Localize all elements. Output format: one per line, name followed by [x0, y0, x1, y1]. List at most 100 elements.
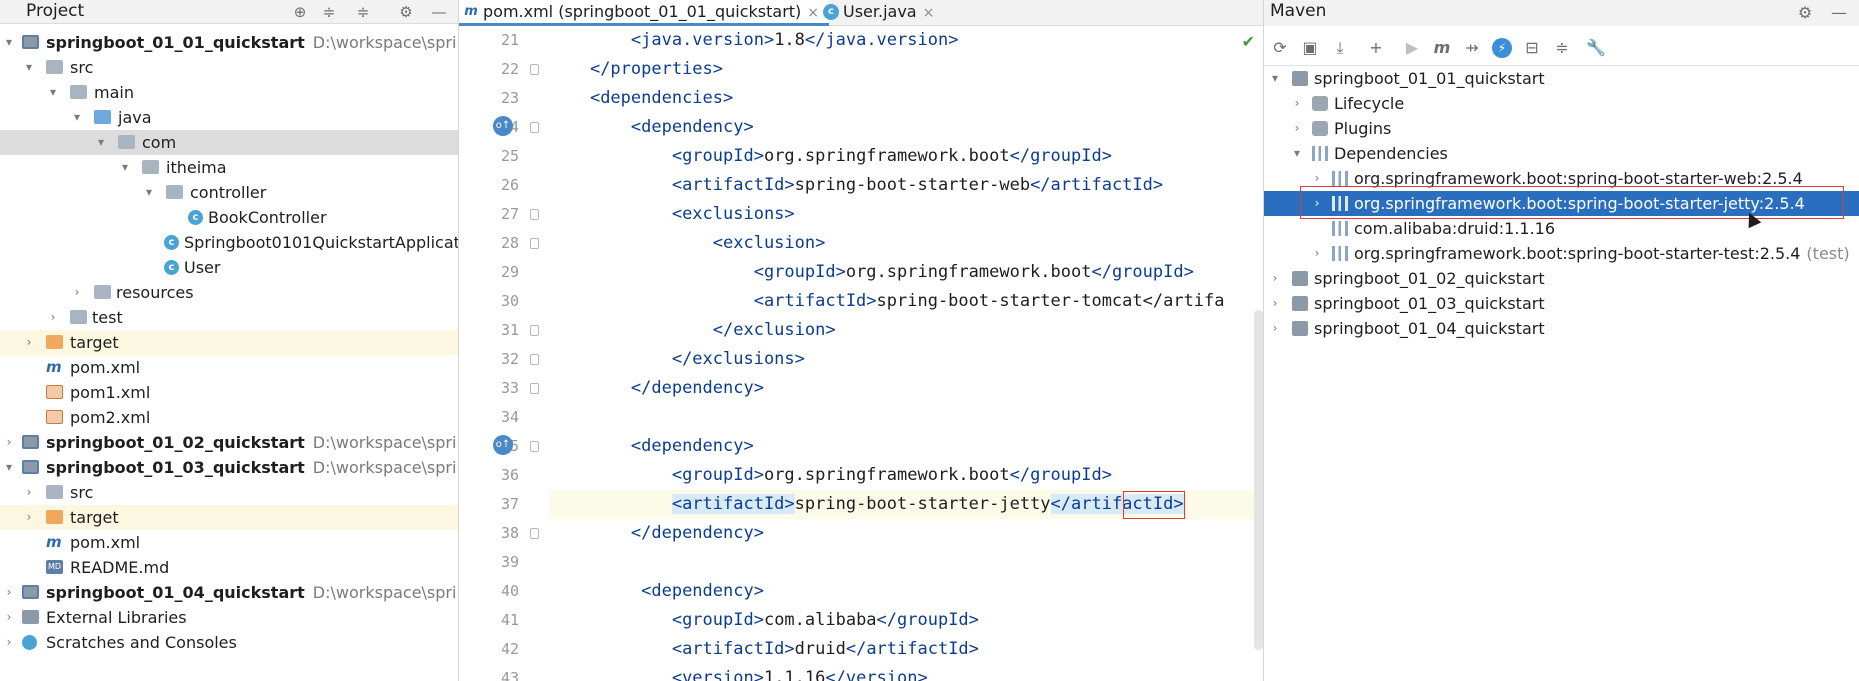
chevron-right-icon[interactable]: ›	[22, 505, 36, 530]
maven-tree-item[interactable]: com.alibaba:druid:1.1.16	[1264, 216, 1859, 241]
chevron-right-icon[interactable]: ›	[2, 630, 16, 655]
tree-item[interactable]: m pom.xml	[0, 355, 458, 380]
maven-tree-item[interactable]: › springboot_01_02_quickstart	[1264, 266, 1859, 291]
tree-item[interactable]: › test	[0, 305, 458, 330]
code-line[interactable]: <artifactId>druid</artifactId>	[549, 635, 979, 664]
gear-icon[interactable]: ⚙	[1794, 2, 1816, 24]
settings-wrench-icon[interactable]: 🔧	[1584, 36, 1608, 60]
chevron-right-icon[interactable]: ›	[2, 580, 16, 605]
maven-tree-item[interactable]: › Lifecycle	[1264, 91, 1859, 116]
tree-item[interactable]: ▾ main	[0, 80, 458, 105]
maven-tree-item[interactable]: › org.springframework.boot:spring-boot-s…	[1264, 241, 1859, 266]
tree-item[interactable]: › target	[0, 505, 458, 530]
collapse-all-icon[interactable]: ≑	[353, 2, 373, 22]
chevron-down-icon[interactable]: ▾	[22, 55, 36, 80]
tree-item[interactable]: › target	[0, 330, 458, 355]
close-icon[interactable]: ×	[807, 5, 819, 21]
fold-marker-icon[interactable]	[530, 64, 539, 75]
chevron-right-icon[interactable]: ›	[1268, 316, 1282, 341]
chevron-right-icon[interactable]: ›	[22, 330, 36, 355]
chevron-right-icon[interactable]: ›	[1290, 116, 1304, 141]
maven-tree-item[interactable]: › springboot_01_03_quickstart	[1264, 291, 1859, 316]
overridden-icon[interactable]: o↑	[493, 116, 513, 136]
code-line[interactable]: <dependencies>	[549, 84, 733, 113]
tab-pom-xml[interactable]: m pom.xml (springboot_01_01_quickstart) ×	[459, 0, 829, 26]
chevron-down-icon[interactable]: ▾	[46, 80, 60, 105]
code-line[interactable]: <artifactId>spring-boot-starter-web</art…	[549, 171, 1163, 200]
tree-item[interactable]: ▾ java	[0, 105, 458, 130]
tab-user-java[interactable]: c User.java ×	[819, 0, 959, 26]
maven-tree-item[interactable]: ▾ Dependencies	[1264, 141, 1859, 166]
code-area[interactable]: <java.version>1.8</java.version> </prope…	[549, 26, 1263, 681]
tree-item[interactable]: pom2.xml	[0, 405, 458, 430]
maven-tree-item[interactable]: › Plugins	[1264, 116, 1859, 141]
tree-item[interactable]: c BookController	[0, 205, 458, 230]
code-line[interactable]: <groupId>com.alibaba</groupId>	[549, 606, 979, 635]
run-icon[interactable]: ▶	[1400, 36, 1424, 60]
chevron-right-icon[interactable]: ›	[70, 280, 84, 305]
chevron-down-icon[interactable]: ▾	[70, 105, 84, 130]
code-line[interactable]: </dependency>	[549, 519, 764, 548]
chevron-down-icon[interactable]: ▾	[94, 130, 108, 155]
tree-item[interactable]: › springboot_01_04_quickstart D:\workspac…	[0, 580, 458, 605]
code-line[interactable]: <groupId>org.springframework.boot</group…	[549, 258, 1194, 287]
chevron-down-icon[interactable]: ▾	[1268, 66, 1282, 91]
tree-item[interactable]: ▾ com	[0, 130, 458, 155]
expand-all-icon[interactable]: ≑	[319, 2, 339, 22]
fold-marker-icon[interactable]	[530, 238, 539, 249]
fold-marker-icon[interactable]	[530, 383, 539, 394]
skip-tests-icon[interactable]: ⚡	[1492, 38, 1512, 58]
code-line[interactable]: </properties>	[549, 55, 723, 84]
tree-item[interactable]: c User	[0, 255, 458, 280]
chevron-down-icon[interactable]: ▾	[142, 180, 156, 205]
tree-item[interactable]: c Springboot0101QuickstartApplicatio	[0, 230, 458, 255]
project-title[interactable]: Project	[26, 1, 84, 21]
code-line[interactable]: </dependency>	[549, 374, 764, 403]
chevron-right-icon[interactable]: ›	[2, 430, 16, 455]
chevron-down-icon[interactable]: ▾	[118, 155, 132, 180]
code-line[interactable]: <dependency>	[549, 577, 764, 606]
chevron-right-icon[interactable]: ›	[22, 480, 36, 505]
hide-panel-icon[interactable]: —	[429, 2, 449, 22]
chevron-down-icon[interactable]: ▾	[1290, 141, 1304, 166]
tree-item[interactable]: ▾ src	[0, 55, 458, 80]
chevron-right-icon[interactable]: ›	[46, 305, 60, 330]
overridden-icon[interactable]: o↑	[493, 435, 513, 455]
collapse-all-icon[interactable]: ≑	[1550, 36, 1574, 60]
tree-item[interactable]: ▾ controller	[0, 180, 458, 205]
reload-icon[interactable]: ⟳	[1268, 36, 1292, 60]
add-icon[interactable]: +	[1364, 36, 1388, 60]
maven-tree-item[interactable]: ▾ springboot_01_01_quickstart	[1264, 66, 1859, 91]
tree-item[interactable]: › Scratches and Consoles	[0, 630, 458, 655]
code-line[interactable]: <version>1.1.16</version>	[549, 664, 928, 681]
download-icon[interactable]: ⤓	[1328, 36, 1352, 60]
chevron-down-icon[interactable]: ▾	[2, 455, 16, 480]
show-dependencies-icon[interactable]: ⊟	[1520, 36, 1544, 60]
tree-item[interactable]: ▾ springboot_01_01_quickstart D:\workspac…	[0, 30, 458, 55]
code-line[interactable]: <artifactId>spring-boot-starter-tomcat</…	[549, 287, 1225, 316]
chevron-right-icon[interactable]: ›	[2, 605, 16, 630]
tree-item[interactable]: › External Libraries	[0, 605, 458, 630]
code-line[interactable]: </exclusion>	[549, 316, 836, 345]
code-line[interactable]: <dependency>	[549, 432, 754, 461]
code-line[interactable]: <groupId>org.springframework.boot</group…	[549, 142, 1112, 171]
code-line[interactable]: <dependency>	[549, 113, 754, 142]
fold-marker-icon[interactable]	[530, 354, 539, 365]
code-line[interactable]: <exclusion>	[549, 229, 826, 258]
maven-tree-item[interactable]: › springboot_01_04_quickstart	[1264, 316, 1859, 341]
chevron-down-icon[interactable]: ▾	[2, 30, 16, 55]
fold-marker-icon[interactable]	[530, 122, 539, 133]
code-line[interactable]: </exclusions>	[549, 345, 805, 374]
fold-marker-icon[interactable]	[530, 209, 539, 220]
tree-item[interactable]: m pom.xml	[0, 530, 458, 555]
fold-marker-icon[interactable]	[530, 325, 539, 336]
tree-item[interactable]: MD README.md	[0, 555, 458, 580]
execute-goal-icon[interactable]: m	[1430, 36, 1454, 60]
chevron-right-icon[interactable]: ›	[1268, 291, 1282, 316]
tree-item[interactable]: ▾ springboot_01_03_quickstart D:\workspac…	[0, 455, 458, 480]
tree-item[interactable]: › resources	[0, 280, 458, 305]
tree-item[interactable]: pom1.xml	[0, 380, 458, 405]
gear-icon[interactable]: ⚙	[396, 2, 416, 22]
vertical-scrollbar[interactable]	[1254, 310, 1263, 650]
chevron-right-icon[interactable]: ›	[1268, 266, 1282, 291]
